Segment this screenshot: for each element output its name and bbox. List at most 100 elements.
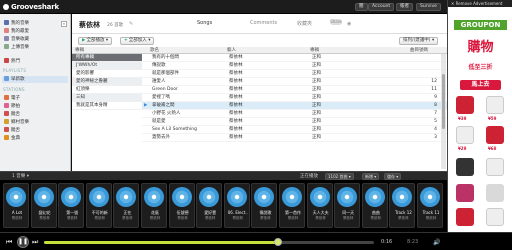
- queue-item-artist: 蔡依林: [39, 216, 50, 220]
- sidebar-item-station[interactable]: 饒舌: [4, 127, 20, 134]
- table-row[interactable]: 就是那個部件 蔡依林 正和: [142, 70, 447, 78]
- ad-product-image[interactable]: [456, 158, 474, 176]
- table-row[interactable]: 我有的十個問 蔡依林 正和: [142, 54, 447, 62]
- sort-button[interactable]: 排列/(建議中) ▾: [399, 37, 439, 45]
- queue-item[interactable]: 正在 蔡依林: [113, 183, 140, 228]
- table-row[interactable]: ▶ 拿破崙之間 蔡依林 正和 8: [142, 102, 447, 110]
- album-filter-item[interactable]: 愛的影響: [72, 70, 142, 78]
- queue-count-dropdown[interactable]: 1102 首曲 ▾: [325, 173, 354, 180]
- sidebar-item-station[interactable]: 節拍: [4, 103, 20, 110]
- album-art-disc-icon: [6, 187, 26, 207]
- column-header-album[interactable]: 專輯: [310, 47, 319, 54]
- stations-header: STATIONS: [3, 87, 25, 92]
- ad-product-image[interactable]: [486, 126, 504, 144]
- queue-item[interactable]: 06. Elect.. 蔡依林: [223, 183, 250, 228]
- app-logo[interactable]: Grooveshark: [3, 3, 59, 11]
- table-row[interactable]: 蓋勢去外 蔡依林 正和 3: [142, 134, 447, 142]
- table-row[interactable]: 誰愛人 蔡依林 正和 12: [142, 78, 447, 86]
- queue-item[interactable]: 第一首作 蔡依林: [279, 183, 305, 228]
- album-filter-item[interactable]: 紅頂樂: [72, 86, 142, 94]
- ad-product-image[interactable]: [456, 208, 474, 226]
- sidebar-collapse-button[interactable]: «: [61, 21, 67, 27]
- sidebar-item-station[interactable]: 金典: [4, 135, 20, 142]
- volume-icon[interactable]: 🔊: [433, 238, 443, 246]
- album-filter-item[interactable]: 我就是其本身精: [72, 102, 142, 110]
- play-pause-button[interactable]: ❚❚: [17, 236, 29, 248]
- sidebar-item-favorites[interactable]: 我的最愛: [4, 28, 29, 35]
- queue-item[interactable]: 天人大夫 蔡依林: [306, 183, 333, 228]
- edit-icon[interactable]: ✎: [129, 21, 133, 27]
- sidebar-item-my-music[interactable]: 我的音樂: [4, 20, 29, 27]
- ad-product-image[interactable]: [486, 184, 504, 202]
- ad-product-image[interactable]: [456, 184, 474, 202]
- queue-item[interactable]: Track 12 蔡依林: [389, 183, 416, 228]
- queue-item[interactable]: 伍號德 蔡依林: [168, 183, 195, 228]
- song-table-scrollbar[interactable]: [441, 54, 446, 169]
- tab-comments[interactable]: Comments: [250, 20, 277, 26]
- previous-icon[interactable]: ⏮: [6, 237, 12, 247]
- album-filter-item[interactable]: 愛的神秘之魯麗: [72, 78, 142, 86]
- sidebar-item-station[interactable]: 饒舌: [4, 111, 20, 118]
- ad-product-image[interactable]: [486, 96, 504, 114]
- sidebar-item-station[interactable]: 電子: [4, 95, 20, 102]
- queue-item[interactable]: 不可的新 蔡依林: [85, 183, 112, 228]
- progress-bar[interactable]: [44, 238, 374, 246]
- album-filter-item[interactable]: 所有專輯: [72, 54, 142, 62]
- add-all-button[interactable]: +全部加入 ▾: [120, 37, 155, 45]
- queue-item[interactable]: 同一天 蔡依林: [334, 183, 361, 228]
- ad-headline[interactable]: 購物: [454, 36, 507, 55]
- table-row[interactable]: 小野花 火熱人 蔡依林 正和 7: [142, 110, 447, 118]
- queue-item[interactable]: 傳說歌 蔡依林: [251, 183, 278, 228]
- ad-product-image[interactable]: [486, 158, 504, 176]
- next-icon[interactable]: ⏭: [32, 237, 38, 247]
- ad-product-image[interactable]: [486, 208, 504, 226]
- sidebar-item-library[interactable]: 音樂收藏: [4, 36, 29, 43]
- queue-item-artist: 蔡依林: [425, 216, 437, 220]
- album-filter-item[interactable]: 三知: [72, 94, 142, 102]
- tab-songs[interactable]: Songs: [197, 20, 212, 26]
- queue-item-title: Track 11: [422, 210, 440, 215]
- scrollbar-thumb[interactable]: [442, 74, 445, 129]
- queue-view-toggle[interactable]: 1 音樂 ▾: [12, 173, 29, 180]
- topbar-button-help[interactable]: 帳者: [396, 3, 413, 11]
- table-row[interactable]: 愛裡了嗎 蔡依林 正和 9: [142, 94, 447, 102]
- column-header-song[interactable]: 歌名: [150, 47, 159, 54]
- queue-item[interactable]: 曲曲 蔡依林: [361, 183, 388, 228]
- queue-item[interactable]: 變幻花 蔡依林: [30, 183, 57, 228]
- column-header-album-filter[interactable]: 專輯: [72, 47, 142, 54]
- sidebar-item-popular[interactable]: 熱門: [4, 58, 20, 65]
- queue-item[interactable]: A Lot 蔡依林: [3, 183, 29, 228]
- sidebar-item-playlist[interactable]: 早新歌: [2, 76, 68, 83]
- play-all-button[interactable]: ▶全部播放 ▾: [78, 37, 113, 45]
- table-row[interactable]: Sex A Lil Something 蔡依林 正和 4: [142, 126, 447, 134]
- topbar-button-account[interactable]: Account: [368, 3, 395, 11]
- column-header-artist[interactable]: 藝人: [227, 47, 236, 54]
- album-filter-item[interactable]: J'WWh/Ot: [72, 62, 142, 70]
- sidebar-item-upload[interactable]: 上傳音樂: [4, 44, 29, 51]
- remove-ad-link[interactable]: ✕ Remove Advertisement: [448, 0, 512, 7]
- table-row[interactable]: Green Door 蔡依林 正和 11: [142, 86, 447, 94]
- subscribe-icon[interactable]: ◉: [347, 21, 351, 27]
- tab-collection[interactable]: 收藏夾: [297, 20, 312, 27]
- table-row[interactable]: 傳說歌 蔡依林 正和: [142, 62, 447, 70]
- column-header-track-num[interactable]: 曲目號碼: [410, 47, 428, 54]
- queue-item[interactable]: 花區 蔡依林: [141, 183, 167, 228]
- queue-save-dropdown[interactable]: 儲存 ▾: [384, 173, 402, 180]
- ad-cta-button[interactable]: 馬上去: [460, 80, 501, 90]
- queue-item[interactable]: Track 11 蔡依林: [417, 183, 443, 228]
- queue-add-dropdown[interactable]: 新增 ▾: [362, 173, 380, 180]
- topbar-button-lang[interactable]: 簡: [355, 3, 368, 11]
- share-button[interactable]: Share: [330, 19, 342, 25]
- sidebar-item-station[interactable]: 鄉村音樂: [4, 119, 29, 126]
- artist-name: 蔡依林: [229, 119, 243, 124]
- ad-product-image[interactable]: [456, 96, 474, 114]
- ad-brand-logo[interactable]: GROUPON: [454, 20, 507, 30]
- song-name: 愛裡了嗎: [152, 95, 170, 100]
- queue-item[interactable]: 愛好壹 蔡依林: [196, 183, 223, 228]
- topbar-button-survive[interactable]: Survive: [416, 3, 441, 11]
- playlists-header: PLAYLISTS: [3, 68, 27, 73]
- table-row[interactable]: 就是愛 蔡依林 正和 5: [142, 118, 447, 126]
- ad-product-image[interactable]: [456, 126, 474, 144]
- progress-knob[interactable]: [274, 238, 283, 246]
- queue-item[interactable]: 第一號 蔡依林: [58, 183, 85, 228]
